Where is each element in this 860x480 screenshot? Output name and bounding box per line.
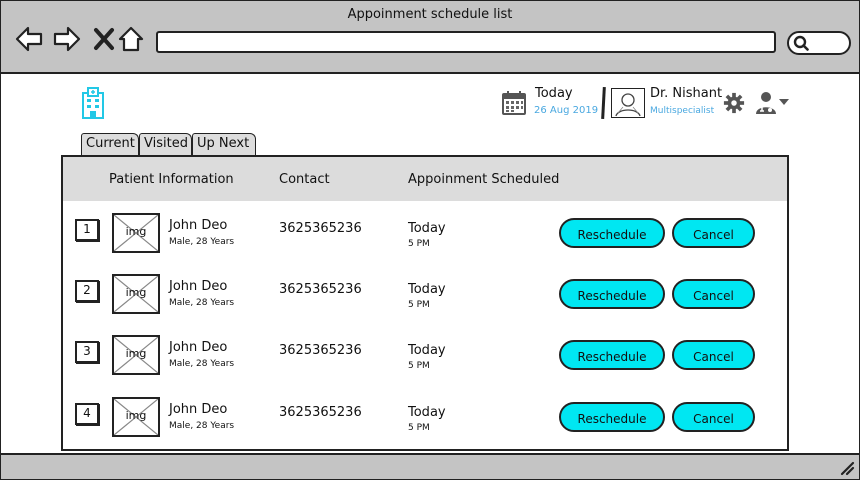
appointment-day: Today	[408, 405, 446, 420]
header-divider	[601, 86, 606, 120]
patient-contact: 3625365236	[279, 221, 362, 236]
today-label: Today	[535, 86, 573, 101]
appointment-time: 5 PM	[408, 423, 430, 433]
doctor-user-icon[interactable]	[755, 91, 789, 115]
title-bar: Appoinment schedule list	[1, 1, 859, 74]
image-placeholder-label: img	[125, 225, 147, 238]
patient-name: John Deo	[169, 402, 228, 417]
calendar-icon[interactable]	[501, 90, 527, 116]
patient-info: Male, 28 Years	[169, 298, 235, 308]
appointment-time: 5 PM	[408, 300, 430, 310]
tab-up-next[interactable]: Up Next	[192, 133, 256, 155]
reschedule-button[interactable]: Reschedule	[559, 402, 665, 432]
patient-photo-placeholder: img	[112, 397, 160, 437]
status-bar	[1, 453, 859, 479]
row-number: 3	[75, 341, 99, 363]
appointment-day: Today	[408, 343, 446, 358]
table-row: 1 img John Deo Male, 28 Years 3625365236…	[63, 209, 787, 269]
cancel-button[interactable]: Cancel	[672, 218, 755, 248]
cancel-button[interactable]: Cancel	[672, 340, 755, 370]
reschedule-button[interactable]: Reschedule	[559, 279, 665, 309]
row-number: 2	[75, 280, 99, 302]
gear-icon[interactable]	[723, 92, 745, 114]
image-placeholder-label: img	[125, 347, 147, 360]
appointment-time: 5 PM	[408, 239, 430, 249]
resize-grip-icon[interactable]	[839, 460, 855, 476]
image-placeholder-label: img	[125, 409, 147, 422]
patient-info: Male, 28 Years	[169, 359, 235, 369]
back-arrow-icon[interactable]	[15, 25, 43, 53]
chevron-down-icon	[779, 99, 789, 105]
patient-photo-placeholder: img	[112, 335, 160, 375]
home-icon[interactable]	[117, 25, 145, 53]
column-header-scheduled: Appoinment Scheduled	[408, 172, 560, 187]
address-bar[interactable]	[156, 31, 776, 53]
patient-photo-placeholder: img	[112, 213, 160, 253]
hospital-icon	[82, 87, 104, 119]
tab-visited[interactable]: Visited	[139, 133, 192, 155]
patient-info: Male, 28 Years	[169, 421, 235, 431]
image-placeholder-label: img	[125, 286, 147, 299]
table-row: 4 img John Deo Male, 28 Years 3625365236…	[63, 393, 787, 453]
column-header-patient: Patient Information	[109, 172, 234, 187]
table-row: 3 img John Deo Male, 28 Years 3625365236…	[63, 331, 787, 391]
patient-contact: 3625365236	[279, 343, 362, 358]
browser-window: Appoinment schedule list Today 26 Aug 20…	[0, 0, 860, 480]
patient-photo-placeholder: img	[112, 274, 160, 314]
cancel-button[interactable]: Cancel	[672, 402, 755, 432]
patient-contact: 3625365236	[279, 282, 362, 297]
patient-name: John Deo	[169, 340, 228, 355]
reschedule-button[interactable]: Reschedule	[559, 340, 665, 370]
close-icon[interactable]	[90, 25, 118, 53]
patient-contact: 3625365236	[279, 405, 362, 420]
patient-info: Male, 28 Years	[169, 237, 235, 247]
column-header-contact: Contact	[279, 172, 330, 187]
reschedule-button[interactable]: Reschedule	[559, 218, 665, 248]
today-date: 26 Aug 2019	[534, 105, 599, 116]
search-box[interactable]	[787, 31, 851, 55]
table-row: 2 img John Deo Male, 28 Years 3625365236…	[63, 270, 787, 330]
window-title: Appoinment schedule list	[347, 7, 513, 22]
tab-current[interactable]: Current	[81, 133, 139, 155]
search-icon	[793, 35, 809, 51]
row-number: 4	[75, 403, 99, 425]
doctor-name: Dr. Nishant	[650, 86, 723, 101]
patient-name: John Deo	[169, 218, 228, 233]
patient-name: John Deo	[169, 279, 228, 294]
row-number: 1	[75, 219, 99, 241]
appointment-day: Today	[408, 221, 446, 236]
table-header: Patient Information Contact Appoinment S…	[63, 157, 787, 201]
cancel-button[interactable]: Cancel	[672, 279, 755, 309]
appointment-day: Today	[408, 282, 446, 297]
appointments-table: Patient Information Contact Appoinment S…	[61, 155, 789, 451]
doctor-avatar	[611, 88, 645, 118]
forward-arrow-icon[interactable]	[53, 25, 81, 53]
doctor-specialty: Multispecialist	[650, 106, 715, 116]
appointment-time: 5 PM	[408, 361, 430, 371]
